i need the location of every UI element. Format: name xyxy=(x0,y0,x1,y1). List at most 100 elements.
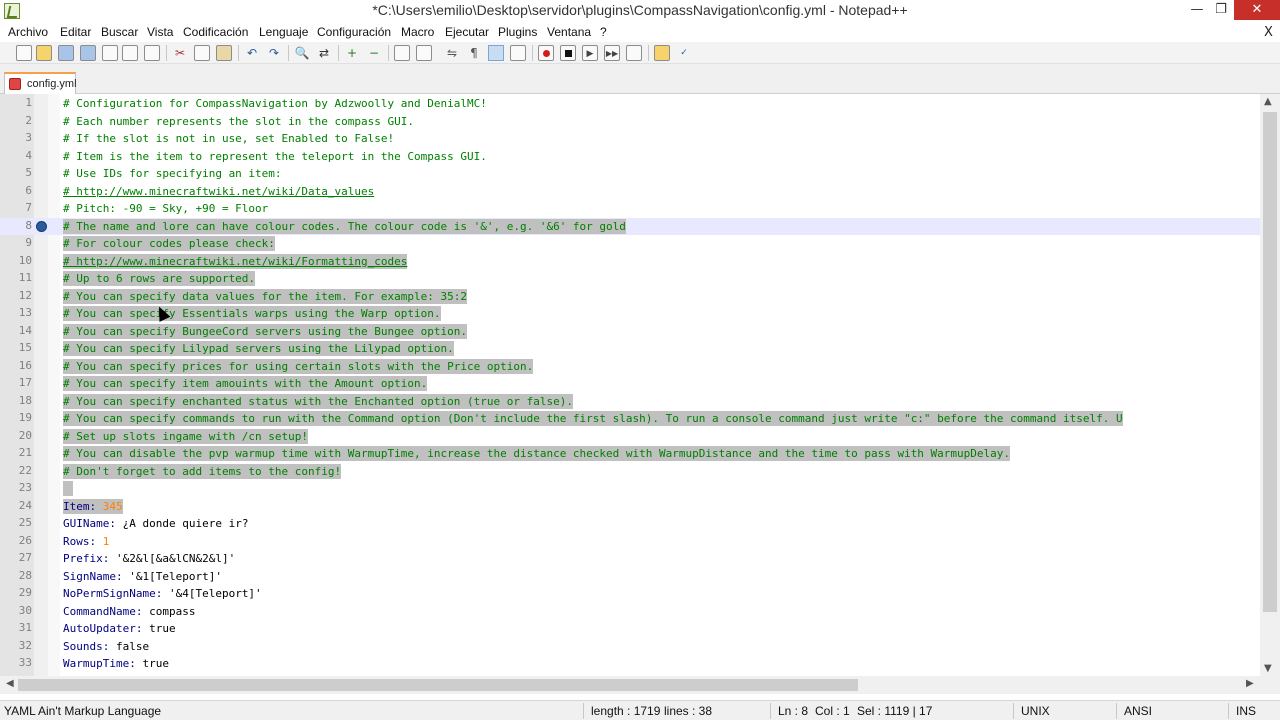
find-icon[interactable]: 🔍 xyxy=(294,45,310,61)
line-number: 30 xyxy=(18,603,32,617)
code-line[interactable]: 32 Sounds: false xyxy=(0,638,1260,656)
code-line[interactable]: 33 WarmupTime: true xyxy=(0,655,1260,673)
code-line[interactable]: 9 # For colour codes please check: xyxy=(0,235,1260,253)
line-number: 7 xyxy=(25,201,32,214)
line-text xyxy=(63,481,73,496)
code-line[interactable]: 21 # You can disable the pvp warmup time … xyxy=(0,445,1260,463)
code-line[interactable]: 3 # If the slot is not in use, set Enable… xyxy=(0,130,1260,148)
code-editor[interactable]: 1 # Configuration for CompassNavigation b… xyxy=(0,94,1280,676)
code-line[interactable]: 2 # Each number represents the slot in th… xyxy=(0,113,1260,131)
close-document-button[interactable]: X xyxy=(1264,25,1273,40)
record-macro-icon[interactable] xyxy=(538,45,554,61)
replace-icon[interactable]: ⇄ xyxy=(316,45,332,61)
tab-config-yml[interactable]: config.yml xyxy=(4,72,77,94)
menu-macro[interactable]: Macro xyxy=(401,25,434,39)
code-line[interactable]: 20 # Set up slots ingame with /cn setup! xyxy=(0,428,1260,446)
bookmark-icon[interactable] xyxy=(36,220,47,232)
code-line[interactable]: 18 # You can specify enchanted status wit… xyxy=(0,393,1260,411)
zoom-out-icon[interactable]: − xyxy=(366,45,382,61)
code-line[interactable]: 1 # Configuration for CompassNavigation b… xyxy=(0,95,1260,113)
undo-icon[interactable]: ↶ xyxy=(244,45,260,61)
line-number: 27 xyxy=(18,551,32,564)
line-number: 8 xyxy=(25,218,32,232)
show-all-chars-icon[interactable]: ¶ xyxy=(466,45,482,61)
toolbar-separator xyxy=(338,45,339,61)
code-line[interactable]: 10 # http://www.minecraftwiki.net/wiki/Fo… xyxy=(0,253,1260,271)
redo-icon[interactable]: ↷ xyxy=(266,45,282,61)
code-line[interactable]: 24 Item: 345 xyxy=(0,498,1260,516)
toolbar-separator xyxy=(648,45,649,61)
scroll-up-icon[interactable]: ▲ xyxy=(1264,96,1272,107)
save-icon[interactable] xyxy=(58,45,74,61)
save-all-icon[interactable] xyxy=(80,45,96,61)
scroll-right-icon[interactable]: ▶ xyxy=(1246,678,1254,689)
code-line[interactable]: 23 xyxy=(0,480,1260,498)
code-line[interactable]: 17 # You can specify item amouints with t… xyxy=(0,375,1260,393)
code-line[interactable]: 31 AutoUpdater: true xyxy=(0,620,1260,638)
code-line[interactable]: 4 # Item is the item to represent the tel… xyxy=(0,148,1260,166)
zoom-in-icon[interactable]: + xyxy=(344,45,360,61)
document-map-icon[interactable] xyxy=(510,45,526,61)
plugin-icon[interactable] xyxy=(654,45,670,61)
code-line[interactable]: 15 # You can specify Lilypad servers usin… xyxy=(0,340,1260,358)
menu-lenguaje[interactable]: Lenguaje xyxy=(259,25,308,39)
close-file-icon[interactable] xyxy=(102,45,118,61)
menu-ventana[interactable]: Ventana xyxy=(547,25,591,39)
code-line[interactable]: 6 # http://www.minecraftwiki.net/wiki/Dat… xyxy=(0,183,1260,201)
open-file-icon[interactable] xyxy=(36,45,52,61)
yaml-value: true xyxy=(135,657,169,670)
menu-configuracion[interactable]: Configuración xyxy=(317,25,391,39)
paste-icon[interactable] xyxy=(216,45,232,61)
stop-macro-icon[interactable] xyxy=(560,45,576,61)
menu-ejecutar[interactable]: Ejecutar xyxy=(445,25,489,39)
copy-icon[interactable] xyxy=(194,45,210,61)
code-line[interactable]: 25 GUIName: ¿A donde quiere ir? xyxy=(0,515,1260,533)
code-line[interactable]: 13 # You can specify Essentials warps usi… xyxy=(0,305,1260,323)
menu-help[interactable]: ? xyxy=(600,25,607,39)
yaml-value: ¿A donde quiere ir? xyxy=(115,517,249,530)
minimize-button[interactable]: — xyxy=(1184,0,1210,20)
new-file-icon[interactable] xyxy=(16,45,32,61)
current-line[interactable]: 8 # The name and lore can have colour cod… xyxy=(0,217,1260,235)
scroll-left-icon[interactable]: ◀ xyxy=(6,678,14,689)
vertical-scrollbar[interactable]: ▲ ▼ xyxy=(1260,94,1280,676)
code-line[interactable]: 7 # Pitch: -90 = Sky, +90 = Floor xyxy=(0,200,1260,218)
menu-archivo[interactable]: Archivo xyxy=(8,25,48,39)
code-line[interactable]: 28 SignName: '&1[Teleport]' xyxy=(0,568,1260,586)
code-line[interactable]: 14 # You can specify BungeeCord servers u… xyxy=(0,323,1260,341)
code-line[interactable]: 27 Prefix: '&2&l[&a&lCN&2&l]' xyxy=(0,550,1260,568)
menu-vista[interactable]: Vista xyxy=(147,25,173,39)
code-line[interactable]: 12 # You can specify data values for the … xyxy=(0,288,1260,306)
spell-check-icon[interactable]: ✓ xyxy=(676,45,692,61)
cut-icon[interactable]: ✂ xyxy=(172,45,188,61)
code-line[interactable]: 26 Rows: 1 xyxy=(0,533,1260,551)
code-line[interactable]: 16 # You can specify prices for using cer… xyxy=(0,358,1260,376)
play-macro-icon[interactable]: ▶ xyxy=(582,45,598,61)
code-line[interactable]: 29 NoPermSignName: '&4[Teleport]' xyxy=(0,585,1260,603)
play-macro-multiple-icon[interactable]: ▶▶ xyxy=(604,45,620,61)
scroll-down-icon[interactable]: ▼ xyxy=(1264,663,1272,674)
code-line[interactable]: 19 # You can specify commands to run with… xyxy=(0,410,1260,428)
indent-guide-icon[interactable] xyxy=(488,45,504,61)
menu-buscar[interactable]: Buscar xyxy=(101,25,138,39)
vertical-scroll-thumb[interactable] xyxy=(1263,112,1277,612)
close-button[interactable]: ✕ xyxy=(1234,0,1280,20)
menu-codificacion[interactable]: Codificación xyxy=(183,25,248,39)
menu-editar[interactable]: Editar xyxy=(60,25,91,39)
save-macro-icon[interactable] xyxy=(626,45,642,61)
horizontal-scrollbar[interactable]: ◀ ▶ xyxy=(0,676,1260,694)
menu-plugins[interactable]: Plugins xyxy=(498,25,537,39)
sync-vertical-icon[interactable] xyxy=(394,45,410,61)
code-line[interactable]: 11 # Up to 6 rows are supported. xyxy=(0,270,1260,288)
maximize-button[interactable]: ❐ xyxy=(1208,0,1234,20)
sync-horizontal-icon[interactable] xyxy=(416,45,432,61)
horizontal-scroll-thumb[interactable] xyxy=(18,679,858,691)
line-number: 23 xyxy=(18,481,32,494)
print-icon[interactable] xyxy=(144,45,160,61)
code-line[interactable]: 5 # Use IDs for specifying an item: xyxy=(0,165,1260,183)
close-all-icon[interactable] xyxy=(122,45,138,61)
code-line[interactable]: 22 # Don't forget to add items to the con… xyxy=(0,463,1260,481)
word-wrap-icon[interactable]: ⇋ xyxy=(444,45,460,61)
code-line[interactable]: 30 CommandName: compass xyxy=(0,603,1260,621)
yaml-key: Item: xyxy=(63,499,97,513)
